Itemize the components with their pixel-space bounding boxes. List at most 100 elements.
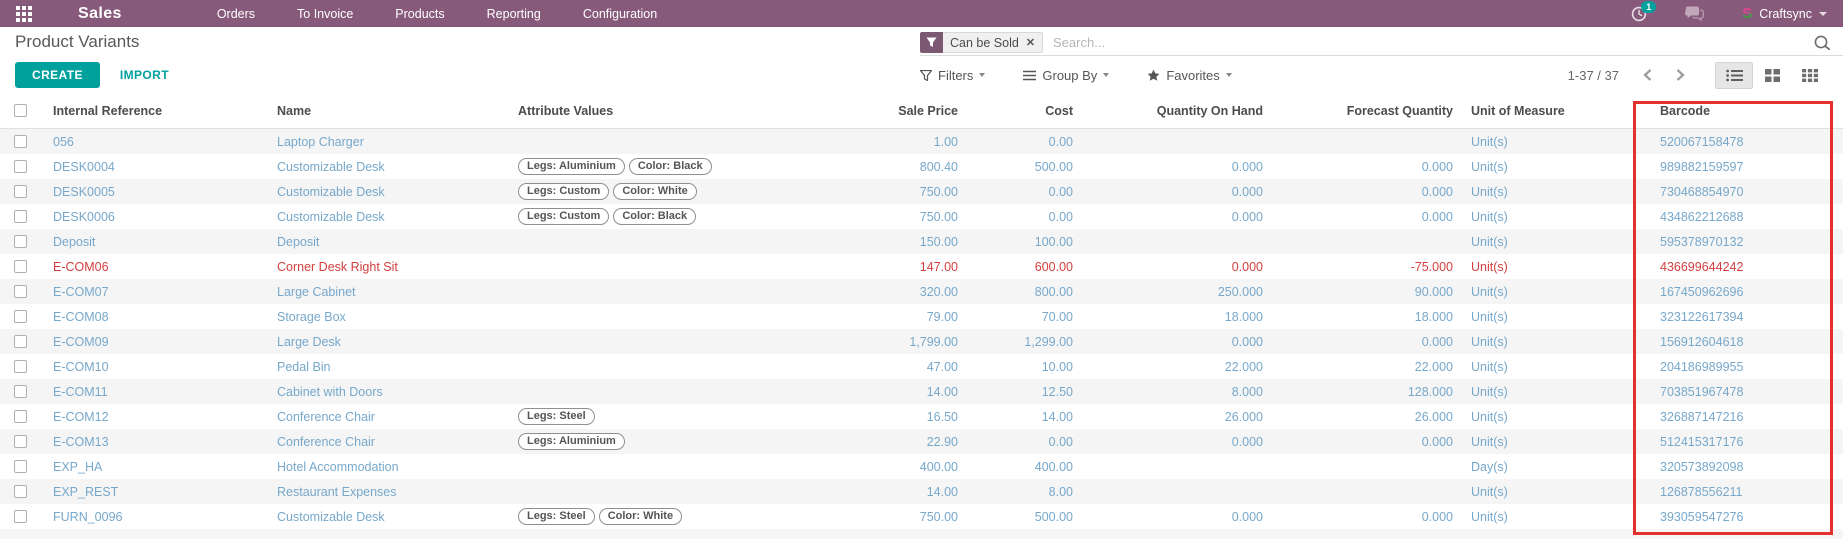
cell-barcode: 323122617394 bbox=[1602, 310, 1843, 324]
attribute-badge: Color: Black bbox=[629, 158, 712, 175]
table-row[interactable]: E-COM10 Pedal Bin 47.00 10.00 22.000 22.… bbox=[0, 354, 1843, 379]
cell-cost: 14.00 bbox=[962, 410, 1077, 424]
cell-internal-reference: EXP_HA bbox=[40, 460, 265, 474]
table-row[interactable]: E-COM13 Conference Chair Legs: Aluminium… bbox=[0, 429, 1843, 454]
group-by-dropdown[interactable]: Group By bbox=[1023, 68, 1109, 83]
cell-forecast-quantity: 26.000 bbox=[1267, 410, 1457, 424]
row-checkbox[interactable] bbox=[0, 385, 40, 398]
cell-sale-price: 750.00 bbox=[807, 510, 962, 524]
table-row[interactable]: E-COM07 Large Cabinet 320.00 800.00 250.… bbox=[0, 279, 1843, 304]
menu-configuration[interactable]: Configuration bbox=[583, 7, 657, 21]
cell-sale-price: 1,799.00 bbox=[807, 335, 962, 349]
menu-reporting[interactable]: Reporting bbox=[487, 7, 541, 21]
cell-unit-of-measure: Unit(s) bbox=[1457, 335, 1602, 349]
cell-quantity-on-hand: 0.000 bbox=[1077, 435, 1267, 449]
breadcrumb-row: Product Variants Can be Sold ✕ bbox=[0, 27, 1843, 57]
kanban-view-button[interactable] bbox=[1753, 62, 1791, 89]
row-checkbox[interactable] bbox=[0, 160, 40, 173]
top-navbar: Sales Orders To Invoice Products Reporti… bbox=[0, 0, 1843, 27]
search-input[interactable] bbox=[1053, 35, 1813, 50]
search-icon[interactable] bbox=[1813, 34, 1831, 52]
pager-range: 1-37 / 37 bbox=[1568, 68, 1619, 83]
row-checkbox[interactable] bbox=[0, 360, 40, 373]
pager-previous-icon[interactable] bbox=[1643, 69, 1652, 81]
row-checkbox[interactable] bbox=[0, 460, 40, 473]
cell-internal-reference: E-COM08 bbox=[40, 310, 265, 324]
table-row[interactable]: E-COM11 Cabinet with Doors 14.00 12.50 8… bbox=[0, 379, 1843, 404]
group-by-icon bbox=[1023, 70, 1036, 81]
view-switcher bbox=[1715, 62, 1829, 89]
table-row[interactable]: 056 Laptop Charger 1.00 0.00 Unit(s) 520… bbox=[0, 129, 1843, 154]
pager-next-icon[interactable] bbox=[1676, 69, 1685, 81]
cell-attribute-values: Legs: Aluminium bbox=[507, 433, 807, 450]
table-row[interactable]: E-COM12 Conference Chair Legs: Steel 16.… bbox=[0, 404, 1843, 429]
grid-view-button[interactable] bbox=[1791, 62, 1829, 89]
favorites-dropdown[interactable]: Favorites bbox=[1147, 68, 1231, 83]
row-checkbox[interactable] bbox=[0, 410, 40, 423]
cell-barcode: 436699644242 bbox=[1602, 260, 1843, 274]
menu-to-invoice[interactable]: To Invoice bbox=[297, 7, 353, 21]
table-header-row: Internal Reference Name Attribute Values… bbox=[0, 93, 1843, 129]
table-row[interactable]: DESK0004 Customizable Desk Legs: Alumini… bbox=[0, 154, 1843, 179]
row-checkbox[interactable] bbox=[0, 310, 40, 323]
table-row[interactable]: EXP_HA Hotel Accommodation 400.00 400.00… bbox=[0, 454, 1843, 479]
attribute-badge: Legs: Aluminium bbox=[518, 433, 625, 450]
column-header-quantity-on-hand[interactable]: Quantity On Hand bbox=[1077, 104, 1267, 118]
table-row[interactable]: DESK0006 Customizable Desk Legs: CustomC… bbox=[0, 204, 1843, 229]
create-button[interactable]: CREATE bbox=[15, 62, 100, 88]
table-row[interactable]: E-COM09 Large Desk 1,799.00 1,299.00 0.0… bbox=[0, 329, 1843, 354]
row-checkbox[interactable] bbox=[0, 335, 40, 348]
list-view-button[interactable] bbox=[1715, 62, 1753, 89]
row-checkbox[interactable] bbox=[0, 285, 40, 298]
row-checkbox[interactable] bbox=[0, 135, 40, 148]
cell-name: Large Desk bbox=[265, 335, 507, 349]
row-checkbox[interactable] bbox=[0, 510, 40, 523]
column-header-barcode[interactable]: Barcode bbox=[1602, 104, 1843, 118]
facet-label: Can be Sold bbox=[950, 36, 1019, 50]
row-checkbox[interactable] bbox=[0, 235, 40, 248]
menu-products[interactable]: Products bbox=[395, 7, 444, 21]
menu-orders[interactable]: Orders bbox=[217, 7, 255, 21]
column-header-forecast-quantity[interactable]: Forecast Quantity bbox=[1267, 104, 1457, 118]
topbar-right: 1 S Craftsync bbox=[1631, 5, 1827, 22]
cell-internal-reference: DESK0004 bbox=[40, 160, 265, 174]
star-icon bbox=[1147, 69, 1160, 81]
cell-name: Hotel Accommodation bbox=[265, 460, 507, 474]
cell-barcode: 434862212688 bbox=[1602, 210, 1843, 224]
cell-cost: 12.50 bbox=[962, 385, 1077, 399]
messages-icon[interactable] bbox=[1685, 6, 1704, 21]
row-checkbox[interactable] bbox=[0, 485, 40, 498]
select-all-checkbox[interactable] bbox=[0, 104, 40, 117]
app-name[interactable]: Sales bbox=[78, 5, 122, 23]
table-row[interactable]: Deposit Deposit 150.00 100.00 Unit(s) 59… bbox=[0, 229, 1843, 254]
cell-unit-of-measure: Unit(s) bbox=[1457, 310, 1602, 324]
row-checkbox[interactable] bbox=[0, 210, 40, 223]
cell-barcode: 204186989955 bbox=[1602, 360, 1843, 374]
activity-clock-icon[interactable]: 1 bbox=[1631, 6, 1647, 22]
row-checkbox[interactable] bbox=[0, 435, 40, 448]
table-row[interactable]: EXP_REST Restaurant Expenses 14.00 8.00 … bbox=[0, 479, 1843, 504]
facet-remove-icon[interactable]: ✕ bbox=[1026, 36, 1035, 49]
cell-cost: 100.00 bbox=[962, 235, 1077, 249]
column-header-unit-of-measure[interactable]: Unit of Measure bbox=[1457, 104, 1602, 118]
filters-dropdown[interactable]: Filters bbox=[920, 68, 985, 83]
table-row[interactable]: E-COM08 Storage Box 79.00 70.00 18.000 1… bbox=[0, 304, 1843, 329]
import-button[interactable]: IMPORT bbox=[120, 68, 169, 82]
cell-sale-price: 320.00 bbox=[807, 285, 962, 299]
user-menu[interactable]: S Craftsync bbox=[1742, 5, 1827, 22]
cell-cost: 8.00 bbox=[962, 485, 1077, 499]
column-header-cost[interactable]: Cost bbox=[962, 104, 1077, 118]
column-header-internal-reference[interactable]: Internal Reference bbox=[40, 104, 265, 118]
cell-barcode: 326887147216 bbox=[1602, 410, 1843, 424]
column-header-name[interactable]: Name bbox=[265, 104, 507, 118]
column-header-sale-price[interactable]: Sale Price bbox=[807, 104, 962, 118]
cell-unit-of-measure: Unit(s) bbox=[1457, 185, 1602, 199]
table-row[interactable]: DESK0005 Customizable Desk Legs: CustomC… bbox=[0, 179, 1843, 204]
apps-grid-icon[interactable] bbox=[16, 6, 32, 22]
row-checkbox[interactable] bbox=[0, 185, 40, 198]
cell-barcode: 703851967478 bbox=[1602, 385, 1843, 399]
table-row[interactable]: FURN_0096 Customizable Desk Legs: SteelC… bbox=[0, 504, 1843, 529]
table-row[interactable]: E-COM06 Corner Desk Right Sit 147.00 600… bbox=[0, 254, 1843, 279]
column-header-attribute-values[interactable]: Attribute Values bbox=[507, 104, 807, 118]
row-checkbox[interactable] bbox=[0, 260, 40, 273]
